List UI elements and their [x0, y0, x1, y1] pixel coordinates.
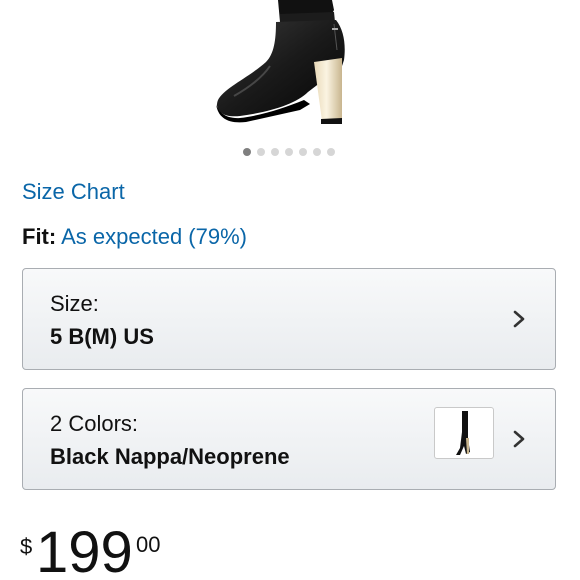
carousel-dot[interactable]	[299, 148, 307, 156]
carousel-dot[interactable]	[313, 148, 321, 156]
size-label: Size:	[50, 291, 99, 316]
fit-label: Fit:	[22, 224, 57, 249]
color-swatch-thumbnail	[434, 407, 494, 459]
price-fraction: 00	[136, 532, 161, 557]
size-chart-link[interactable]: Size Chart	[22, 179, 125, 205]
price-whole: 199	[36, 520, 133, 580]
color-count-label: 2 Colors:	[50, 411, 139, 436]
carousel-dot[interactable]	[271, 148, 279, 156]
fit-value-link[interactable]: As expected (79%)	[61, 224, 247, 249]
image-carousel-dots[interactable]	[243, 148, 335, 156]
boot-thumbnail-icon	[456, 411, 470, 455]
product-image[interactable]	[200, 0, 360, 135]
carousel-dot-active[interactable]	[243, 148, 251, 156]
chevron-right-icon	[513, 430, 525, 448]
product-page: Size Chart Fit: As expected (79%) Size: …	[0, 0, 580, 580]
carousel-dot[interactable]	[257, 148, 265, 156]
size-selector-button[interactable]: Size: 5 B(M) US	[22, 268, 556, 370]
chevron-right-icon	[513, 310, 525, 328]
fit-info: Fit: As expected (79%)	[22, 224, 247, 250]
color-value: Black Nappa/Neoprene	[50, 444, 290, 469]
carousel-dot[interactable]	[327, 148, 335, 156]
price-currency-symbol: $	[20, 534, 33, 559]
color-selector-button[interactable]: 2 Colors: Black Nappa/Neoprene	[22, 388, 556, 490]
size-value: 5 B(M) US	[50, 324, 154, 349]
carousel-dot[interactable]	[285, 148, 293, 156]
